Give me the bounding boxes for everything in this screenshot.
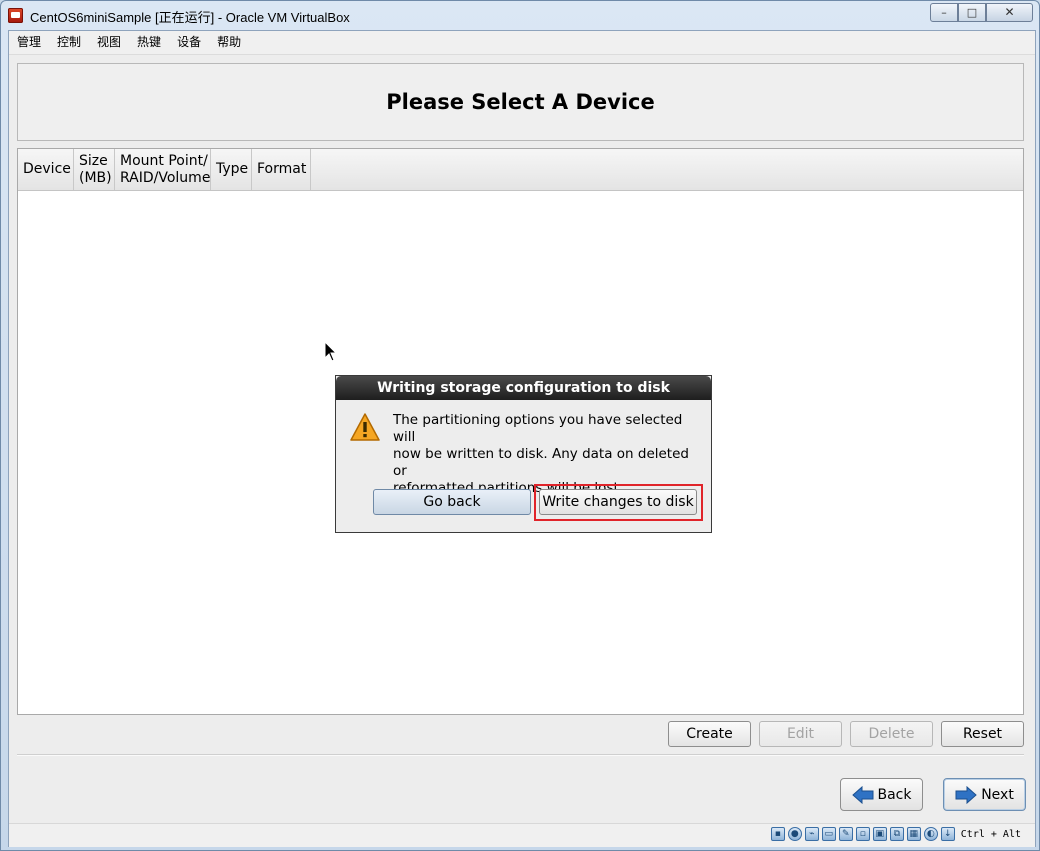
maximize-button[interactable]: □: [958, 3, 986, 22]
column-size[interactable]: Size (MB): [74, 149, 115, 190]
column-device[interactable]: Device: [18, 149, 74, 190]
shared-folders-icon[interactable]: ▭: [821, 827, 836, 841]
optical-drive-icon[interactable]: ●: [787, 827, 802, 841]
menu-view[interactable]: 视图: [89, 31, 129, 54]
keyboard-capture-icon[interactable]: ↓: [940, 827, 955, 841]
back-label: Back: [877, 786, 912, 803]
minimize-button[interactable]: –: [930, 3, 958, 22]
virtualbox-app-icon: [8, 8, 23, 23]
menu-devices[interactable]: 设备: [169, 31, 209, 54]
create-button[interactable]: Create: [668, 721, 751, 747]
menu-manage[interactable]: 管理: [9, 31, 49, 54]
warning-icon: [350, 413, 380, 441]
mouse-cursor-icon: [324, 341, 338, 362]
column-mount-point[interactable]: Mount Point/ RAID/Volume: [115, 149, 211, 190]
title-bar[interactable]: CentOS6miniSample [正在运行] - Oracle VM Vir…: [1, 1, 1039, 30]
usb-icon[interactable]: ⌁: [804, 827, 819, 841]
menu-hotkey[interactable]: 热键: [129, 31, 169, 54]
column-type[interactable]: Type: [211, 149, 252, 190]
menu-help[interactable]: 帮助: [209, 31, 249, 54]
separator: [17, 754, 1024, 756]
guest-screen[interactable]: Please Select A Device Device Size (MB) …: [9, 55, 1035, 823]
go-back-button[interactable]: Go back: [373, 489, 531, 515]
status-icons: ▪ ● ⌁ ▭ ✎ ▫ ▣ ⧉ ▦ ◐ ↓ Ctrl + Alt: [770, 827, 1021, 841]
hard-disk-icon[interactable]: ▪: [770, 827, 785, 841]
back-button[interactable]: Back: [840, 778, 923, 811]
menu-bar: 管理 控制 视图 热键 设备 帮助: [9, 31, 1035, 55]
column-filler: [311, 149, 1023, 190]
close-button[interactable]: ✕: [986, 3, 1033, 22]
menu-control[interactable]: 控制: [49, 31, 89, 54]
mouse-integration-icon[interactable]: ◐: [923, 827, 938, 841]
host-key-label: Ctrl + Alt: [960, 828, 1021, 840]
delete-button[interactable]: Delete: [850, 721, 933, 747]
network-icon[interactable]: ⧉: [889, 827, 904, 841]
virtualbox-window: CentOS6miniSample [正在运行] - Oracle VM Vir…: [0, 0, 1040, 851]
dialog-title: Writing storage configuration to disk: [336, 376, 711, 400]
pencil-icon[interactable]: ✎: [838, 827, 853, 841]
highlight-annotation: [534, 484, 703, 521]
window-controls: – □ ✕: [930, 3, 1033, 22]
confirm-dialog: Writing storage configuration to disk Th…: [335, 375, 712, 533]
page-title: Please Select A Device: [386, 90, 655, 114]
window-title: CentOS6miniSample [正在运行] - Oracle VM Vir…: [30, 10, 350, 25]
status-bar: ▪ ● ⌁ ▭ ✎ ▫ ▣ ⧉ ▦ ◐ ↓ Ctrl + Alt: [9, 823, 1035, 847]
table-header: Device Size (MB) Mount Point/ RAID/Volum…: [18, 149, 1023, 191]
page-header: Please Select A Device: [17, 63, 1024, 141]
arrow-left-icon: [851, 785, 873, 804]
vm-client-area: 管理 控制 视图 热键 设备 帮助 Please Select A Device…: [8, 30, 1036, 847]
reset-button[interactable]: Reset: [941, 721, 1024, 747]
video-capture-icon[interactable]: ▦: [906, 827, 921, 841]
column-format[interactable]: Format: [252, 149, 311, 190]
edit-button[interactable]: Edit: [759, 721, 842, 747]
next-label: Next: [981, 786, 1014, 803]
next-button[interactable]: Next: [943, 778, 1026, 811]
screen-icon[interactable]: ▣: [872, 827, 887, 841]
display-icon[interactable]: ▫: [855, 827, 870, 841]
arrow-right-icon: [955, 785, 977, 804]
